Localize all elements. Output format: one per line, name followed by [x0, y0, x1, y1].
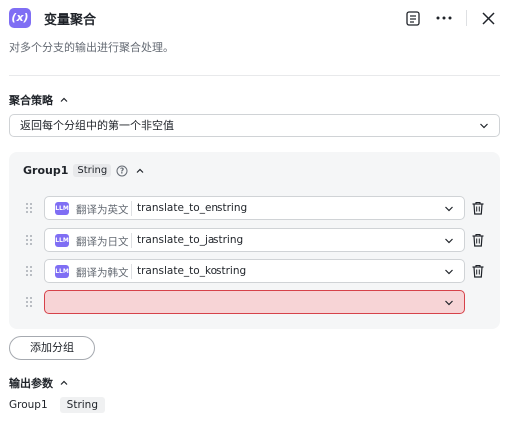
strategy-selected-value: 返回每个分组中的第一个非空值	[20, 119, 174, 132]
chevron-down-icon	[445, 269, 453, 275]
drag-handle-icon[interactable]	[25, 265, 33, 277]
trash-icon[interactable]	[471, 233, 485, 247]
variable-name: translate_to_ja	[137, 234, 215, 246]
output-param-row: Group1 String	[9, 397, 105, 413]
close-button[interactable]	[478, 8, 498, 28]
add-group-button[interactable]: 添加分组	[9, 336, 95, 360]
output-label: 输出参数	[9, 377, 53, 390]
close-icon	[481, 11, 495, 25]
variable-selector[interactable]: LLM 翻译为韩文 translate_to_ko string	[44, 259, 465, 283]
source-node-name: 翻译为英文	[76, 204, 129, 216]
source-node-name: 翻译为日文	[76, 236, 129, 248]
more-button[interactable]	[434, 8, 454, 28]
variable-type: string	[217, 202, 248, 214]
variable-row-empty	[9, 290, 500, 315]
variable-row: LLM 翻译为日文 translate_to_ja string	[9, 228, 500, 253]
svg-text:?: ?	[120, 166, 124, 175]
panel-header: (x) 变量聚合	[0, 0, 505, 36]
help-icon[interactable]: ?	[116, 165, 128, 177]
chevron-down-icon	[480, 123, 488, 129]
group-header: Group1 String ?	[23, 164, 145, 177]
variable-separator	[131, 201, 132, 216]
variable-selector[interactable]: LLM 翻译为英文 translate_to_en string	[44, 196, 465, 220]
group-type-badge: String	[73, 164, 112, 177]
chevron-down-icon	[445, 238, 453, 244]
strategy-select[interactable]: 返回每个分组中的第一个非空值	[9, 114, 500, 137]
chevron-down-icon	[445, 300, 453, 306]
llm-node-icon: LLM	[55, 234, 69, 247]
chevron-down-icon	[445, 206, 453, 212]
variable-row: LLM 翻译为韩文 translate_to_ko string	[9, 259, 500, 284]
variable-selector[interactable]: LLM 翻译为日文 translate_to_ja string	[44, 228, 465, 252]
drag-handle-icon[interactable]	[25, 202, 33, 214]
variable-name: translate_to_en	[137, 202, 219, 214]
notes-icon	[406, 10, 420, 26]
strategy-label: 聚合策略	[9, 94, 53, 107]
header-divider	[466, 10, 467, 26]
more-icon	[436, 16, 452, 20]
empty-variable-selector[interactable]	[44, 290, 465, 314]
panel-title: 变量聚合	[44, 13, 97, 28]
chevron-up-icon	[60, 380, 68, 385]
variable-type: string	[213, 234, 244, 246]
trash-icon[interactable]	[471, 264, 485, 278]
variable-separator	[131, 233, 132, 248]
variable-aggregator-icon: (x)	[9, 8, 31, 28]
source-node-name: 翻译为韩文	[76, 267, 129, 279]
strategy-section-toggle[interactable]: 聚合策略	[9, 92, 69, 108]
group-name: Group1	[23, 164, 69, 177]
variable-separator	[131, 264, 132, 279]
output-type-badge: String	[59, 397, 105, 413]
llm-node-icon: LLM	[55, 265, 69, 278]
output-section-toggle[interactable]: 输出参数	[9, 375, 69, 391]
chevron-up-icon	[60, 97, 68, 102]
section-divider	[9, 75, 500, 76]
panel-description: 对多个分支的输出进行聚合处理。	[9, 41, 174, 54]
output-name: Group1	[9, 399, 48, 411]
variable-name: translate_to_ko	[137, 265, 218, 277]
drag-handle-icon[interactable]	[25, 234, 33, 246]
drag-handle-icon[interactable]	[25, 296, 33, 308]
group-card: Group1 String ? LLM 翻译为英文 translate_to_e…	[9, 152, 500, 329]
trash-icon[interactable]	[471, 201, 485, 215]
variable-row: LLM 翻译为英文 translate_to_en string	[9, 196, 500, 221]
notes-button[interactable]	[403, 8, 423, 28]
group-collapse-chevron-up-icon[interactable]	[135, 166, 145, 176]
variable-type: string	[216, 265, 247, 277]
llm-node-icon: LLM	[55, 202, 69, 215]
